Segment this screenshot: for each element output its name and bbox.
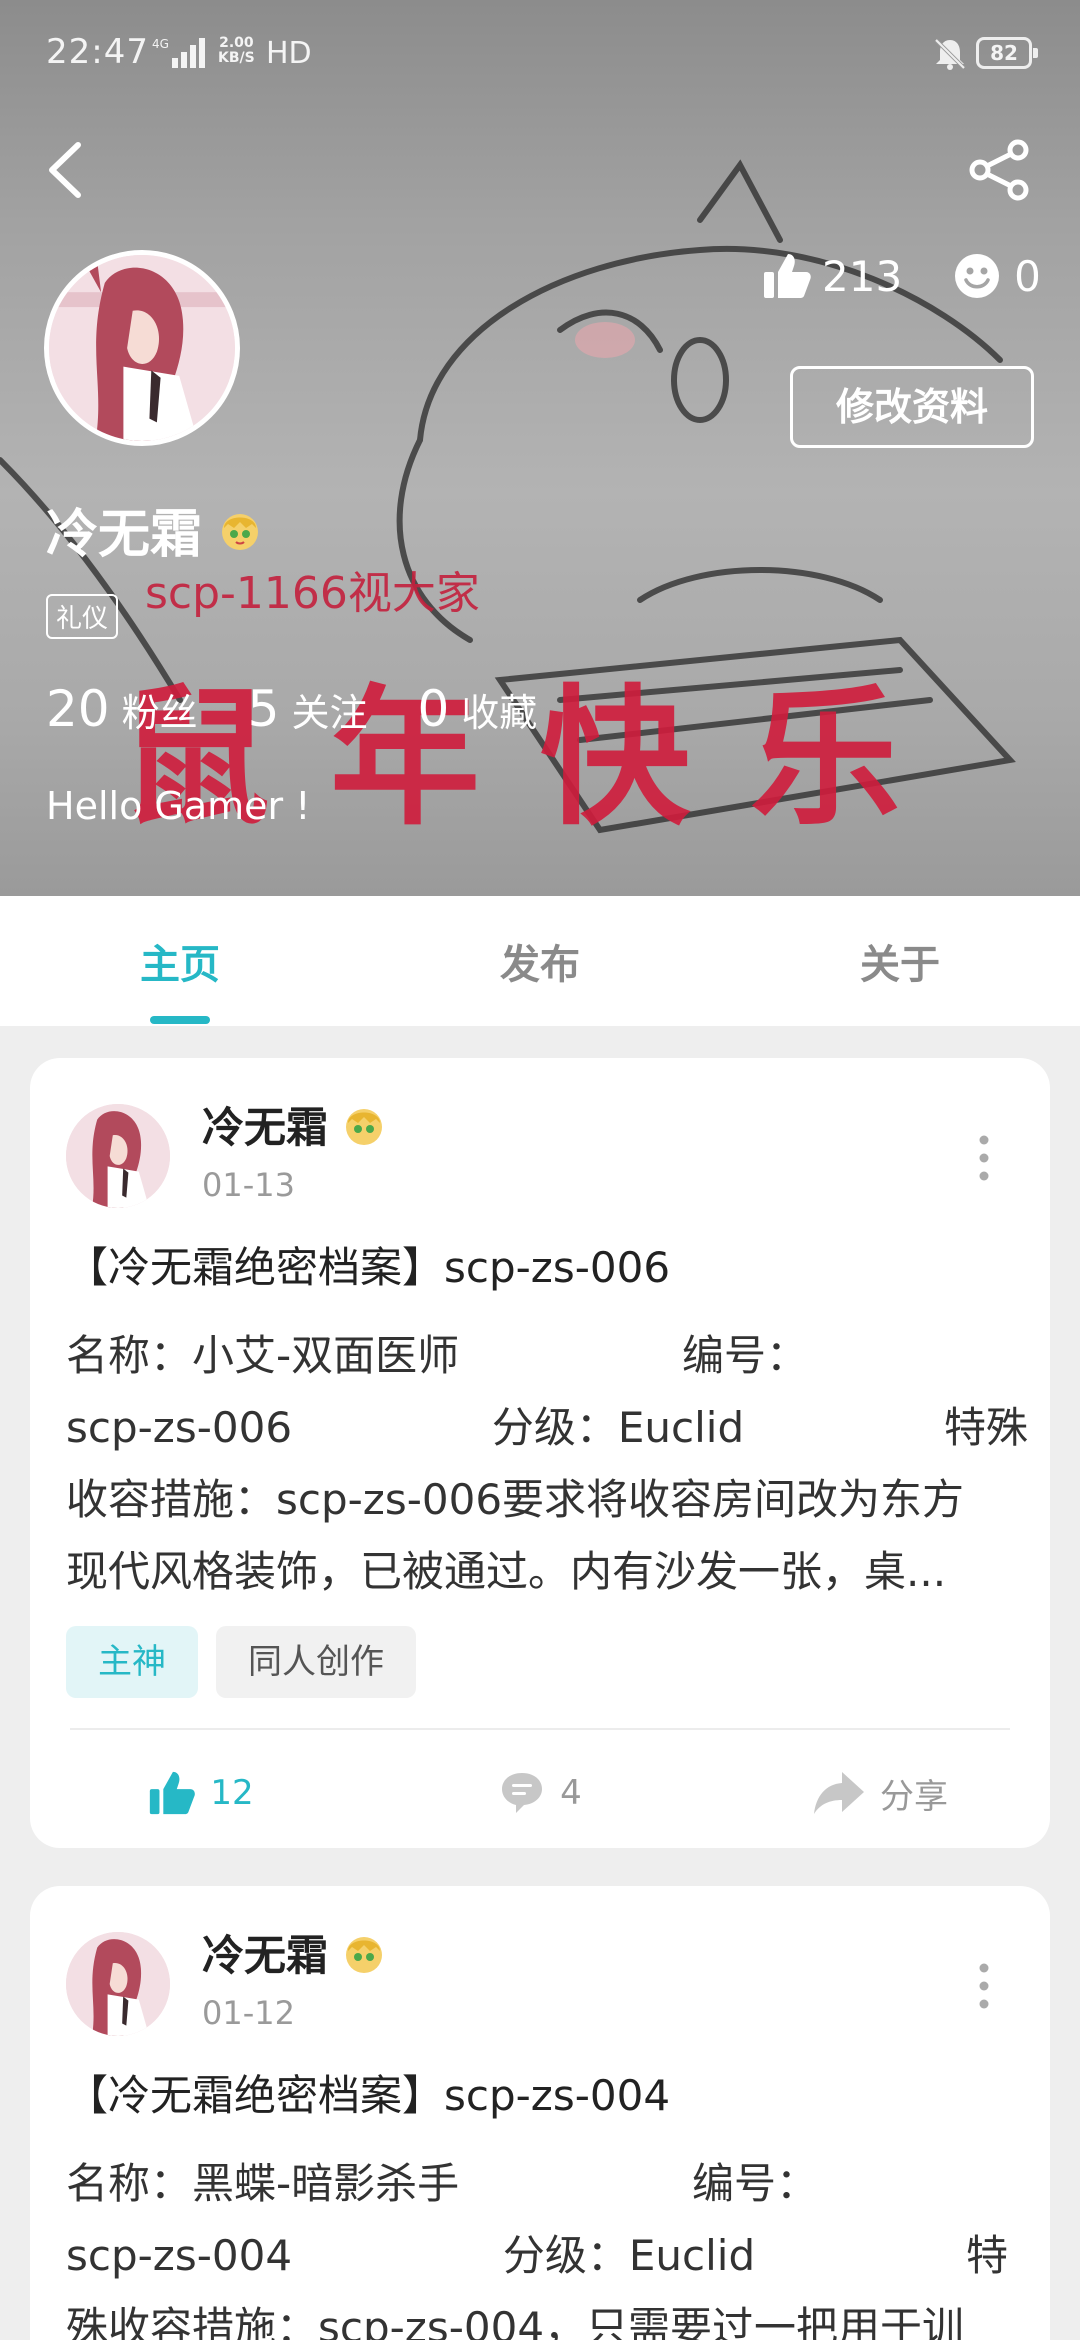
profile-header: scp-1166视大家 鼠年快乐 22:47 4G 2.00 KB/S HD 8… [0,0,1080,896]
post-body-line: 名称：黑蝶-暗影杀手 编号： [66,2148,1028,2220]
comment-count: 4 [560,1773,582,1813]
post-body-text: 编号： [681,1331,808,1380]
network-speed-value: 2.00 [219,35,254,51]
tab-about[interactable]: 关于 [720,896,1080,1026]
profile-bio: Hello Gamer ! [46,784,311,828]
post-body-text: 特殊 [943,1403,1028,1452]
post-date: 01-13 [202,1166,295,1204]
user-badge-icon [346,1108,383,1145]
profile-banner-image: scp-1166视大家 鼠年快乐 [0,159,1016,846]
post-tags: 主神 同人创作 [66,1626,434,1698]
edit-profile-button[interactable]: 修改资料 [790,366,1034,448]
profile-reactions: 213 0 [760,250,1041,302]
post-date: 01-12 [202,1994,295,2032]
user-badge-icon [222,513,259,550]
post-author-name[interactable]: 冷无霜 [202,1094,388,1155]
thumbs-up-icon [764,254,811,298]
like-count: 12 [210,1773,254,1813]
post-author-name-text: 冷无霜 [202,1103,329,1152]
post-body-text: scp-zs-004 [66,2231,293,2280]
post-card[interactable]: 冷无霜 01-12 【冷无霜绝密档案】scp-zs-004 名称：黑蝶-暗影杀手… [30,1886,1050,2340]
post-body-text: 名称：黑蝶-暗影杀手 [66,2159,460,2208]
post-body-text: 名称：小艾-双面医师 [66,1331,460,1380]
share-arrow-icon [814,1772,864,1814]
battery-indicator: 82 [976,37,1038,69]
divider [70,1728,1010,1730]
profile-smiles-count: 0 [1014,251,1041,301]
user-badge-icon [346,1936,383,1973]
post-body-line: 名称：小艾-双面医师 编号： [66,1320,1028,1392]
post-author-name[interactable]: 冷无霜 [202,1922,388,1983]
like-button[interactable]: 12 [30,1758,370,1828]
network-speed: 2.00 KB/S [218,36,255,66]
profile-likes-count: 213 [822,251,903,301]
post-tag[interactable]: 同人创作 [216,1626,416,1698]
followers-label[interactable]: 粉丝 [122,682,198,737]
share-icon[interactable] [968,138,1032,202]
profile-tabs: 主页 发布 关于 [0,896,1080,1026]
hd-indicator: HD [266,36,312,71]
comment-button[interactable]: 4 [370,1758,710,1828]
followers-count[interactable]: 20 [46,680,110,738]
post-body[interactable]: 名称：小艾-双面医师 编号： scp-zs-006 分级：Euclid 特殊 收… [66,1320,1028,1608]
tab-home[interactable]: 主页 [0,896,360,1026]
smile-icon [955,254,1000,298]
network-speed-unit: KB/S [218,50,255,66]
post-body-text: 特 [965,2231,1008,2280]
profile-avatar[interactable] [44,250,240,446]
post-body-line: 收容措施：scp-zs-006要求将收容房间改为东方 [66,1475,965,1524]
post-author-name-text: 冷无霜 [202,1931,329,1980]
profile-name: 冷无霜 [46,492,264,567]
following-label[interactable]: 关注 [291,682,367,737]
favorites-count[interactable]: 0 [417,680,449,738]
thumbs-up-icon [150,1771,196,1815]
comment-icon [502,1773,543,1813]
more-vertical-icon[interactable] [976,1132,992,1184]
post-card[interactable]: 冷无霜 01-13 【冷无霜绝密档案】scp-zs-006 名称：小艾-双面医师… [30,1058,1050,1848]
post-body-text: 分级：Euclid [502,2231,756,2280]
more-vertical-icon[interactable] [976,1960,992,2012]
post-body-line: scp-zs-006 分级：Euclid 特殊 [66,1392,1028,1464]
profile-name-text: 冷无霜 [46,505,203,565]
post-title[interactable]: 【冷无霜绝密档案】scp-zs-004 [66,2062,670,2123]
status-time: 22:47 [46,32,149,72]
post-body-text: 编号： [691,2159,818,2208]
favorites-label[interactable]: 收藏 [461,682,537,737]
bell-off-icon [934,38,966,70]
post-tag[interactable]: 主神 [66,1626,198,1698]
user-title-tag: 礼仪 [46,594,119,639]
signal-4g-icon: 4G [152,37,205,68]
post-body-line: 殊收容措施：scp-zs-004，只需要过一把用于训 [66,2303,965,2340]
svg-text:4G: 4G [152,37,169,51]
share-label: 分享 [880,1776,948,1817]
status-bar: 22:47 4G 2.00 KB/S HD 82 [0,0,1080,110]
back-icon[interactable] [40,135,90,205]
following-count[interactable]: 5 [248,680,280,738]
share-button[interactable]: 分享 [710,1758,1050,1828]
post-body-text: scp-zs-006 [66,1403,293,1452]
post-actions: 12 4 分享 [30,1758,1050,1828]
post-title[interactable]: 【冷无霜绝密档案】scp-zs-006 [66,1234,670,1295]
post-body[interactable]: 名称：黑蝶-暗影杀手 编号： scp-zs-004 分级：Euclid 特 殊收… [66,2148,1028,2340]
post-body-text: 分级：Euclid [491,1403,745,1452]
post-body-line: 现代风格装饰，已被通过。内有沙发一张，桌... [66,1547,947,1596]
profile-stats: 20 粉丝 5 关注 0 收藏 [46,680,587,738]
post-author-avatar[interactable] [66,1104,170,1208]
post-author-avatar[interactable] [66,1932,170,2036]
banner-small-text: scp-1166视大家 [145,568,480,619]
post-body-line: scp-zs-004 分级：Euclid 特 [66,2220,1028,2292]
tab-posts[interactable]: 发布 [360,896,720,1026]
